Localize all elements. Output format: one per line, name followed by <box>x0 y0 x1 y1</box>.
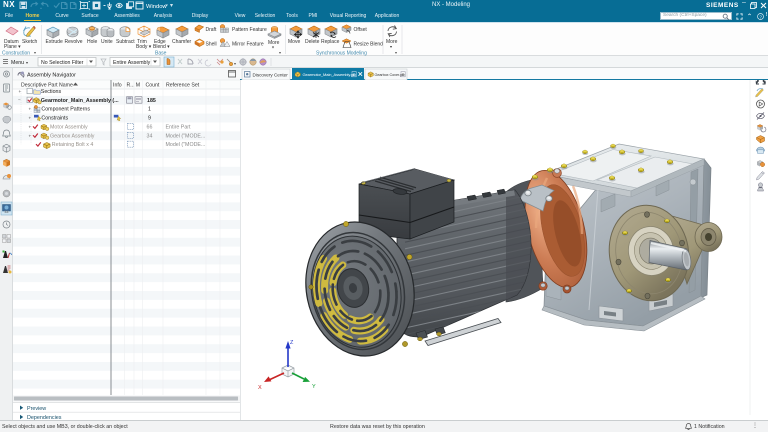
svg-text:1: 1 <box>148 107 151 113</box>
svg-text:Sections: Sections <box>41 89 62 95</box>
svg-text:No Selection Filter: No Selection Filter <box>41 60 84 66</box>
svg-text:+: + <box>29 133 32 138</box>
svg-text:185: 185 <box>147 98 156 104</box>
svg-text:M: M <box>136 83 140 89</box>
svg-text:66: 66 <box>147 124 153 130</box>
svg-text:Shell: Shell <box>206 42 217 48</box>
svg-text:Gearbox Assembly: Gearbox Assembly <box>50 133 95 139</box>
svg-text:−: − <box>18 98 21 103</box>
svg-text:Pattern Feature: Pattern Feature <box>232 27 267 33</box>
svg-text:▾: ▾ <box>395 50 397 55</box>
svg-text:Constraints: Constraints <box>41 116 68 122</box>
svg-text:Gearmotor_Main_Assembly (...: Gearmotor_Main_Assembly (... <box>41 98 119 104</box>
svg-text:?: ? <box>759 14 762 20</box>
svg-text:Hole: Hole <box>87 39 98 45</box>
svg-text:Delete: Delete <box>305 39 320 45</box>
svg-text:Y: Y <box>312 384 316 390</box>
svg-text:Reference Set: Reference Set <box>166 83 200 89</box>
svg-text:+: + <box>19 89 22 94</box>
svg-text:Retaining Bolt x 4: Retaining Bolt x 4 <box>52 142 94 148</box>
svg-text:Replace: Replace <box>321 39 340 45</box>
svg-text:Draft: Draft <box>206 27 217 33</box>
svg-text:Model ("MODE...: Model ("MODE... <box>166 142 206 148</box>
svg-text:Blend ▾: Blend ▾ <box>153 44 170 50</box>
svg-text:+: + <box>29 116 32 121</box>
svg-text:D: D <box>353 72 356 77</box>
svg-text:+: + <box>29 107 32 112</box>
svg-text:Count: Count <box>146 83 160 89</box>
svg-text:Mirror Feature: Mirror Feature <box>232 42 264 48</box>
svg-text:Body ▾: Body ▾ <box>136 44 152 50</box>
svg-text:Z: Z <box>290 340 294 346</box>
svg-text:▾: ▾ <box>34 50 36 55</box>
svg-text:▾: ▾ <box>390 44 392 49</box>
svg-text:R...: R... <box>127 83 135 89</box>
svg-text:▾: ▾ <box>272 45 274 50</box>
svg-text:Unite: Unite <box>101 39 113 45</box>
svg-text:Assembly Navigator: Assembly Navigator <box>27 73 76 79</box>
svg-text:Entire Part: Entire Part <box>166 124 192 130</box>
svg-text:+: + <box>29 124 32 129</box>
svg-text:Info: Info <box>113 83 122 89</box>
svg-text:▾: ▾ <box>26 60 28 65</box>
svg-text:Chamfer: Chamfer <box>172 39 192 45</box>
svg-text:9: 9 <box>148 116 151 122</box>
svg-text:▾: ▾ <box>234 61 236 66</box>
svg-text:Motor Assembly: Motor Assembly <box>50 124 88 130</box>
svg-text:Entire Assembly: Entire Assembly <box>113 60 151 66</box>
svg-text:X: X <box>258 385 262 391</box>
svg-text:Resize Blend: Resize Blend <box>354 42 384 48</box>
svg-text:Plane ▾: Plane ▾ <box>4 44 21 50</box>
svg-text:Descriptive Part Name: Descriptive Part Name <box>21 83 73 89</box>
svg-text:Component Patterns: Component Patterns <box>41 107 90 113</box>
svg-text:▾: ▾ <box>279 50 281 55</box>
svg-text:Menu: Menu <box>11 60 24 66</box>
svg-text:Revolve: Revolve <box>65 39 83 45</box>
svg-text:Offset: Offset <box>354 27 368 33</box>
svg-text:Model ("MODE...: Model ("MODE... <box>166 133 206 139</box>
svg-text:Gearmotor_Main_Assembly.prt: Gearmotor_Main_Assembly.prt <box>303 72 357 77</box>
svg-text:Subtract: Subtract <box>116 39 135 45</box>
svg-text:Move: Move <box>288 39 300 45</box>
svg-text:34: 34 <box>147 133 153 139</box>
svg-text:Extrude: Extrude <box>46 39 63 45</box>
svg-text:Preview: Preview <box>27 406 46 412</box>
svg-text:Sketch: Sketch <box>22 39 38 45</box>
svg-text:D: D <box>402 72 405 77</box>
svg-text:Discovery Center: Discovery Center <box>253 72 289 77</box>
svg-text:Gearbox Cover.prt: Gearbox Cover.prt <box>375 73 406 77</box>
